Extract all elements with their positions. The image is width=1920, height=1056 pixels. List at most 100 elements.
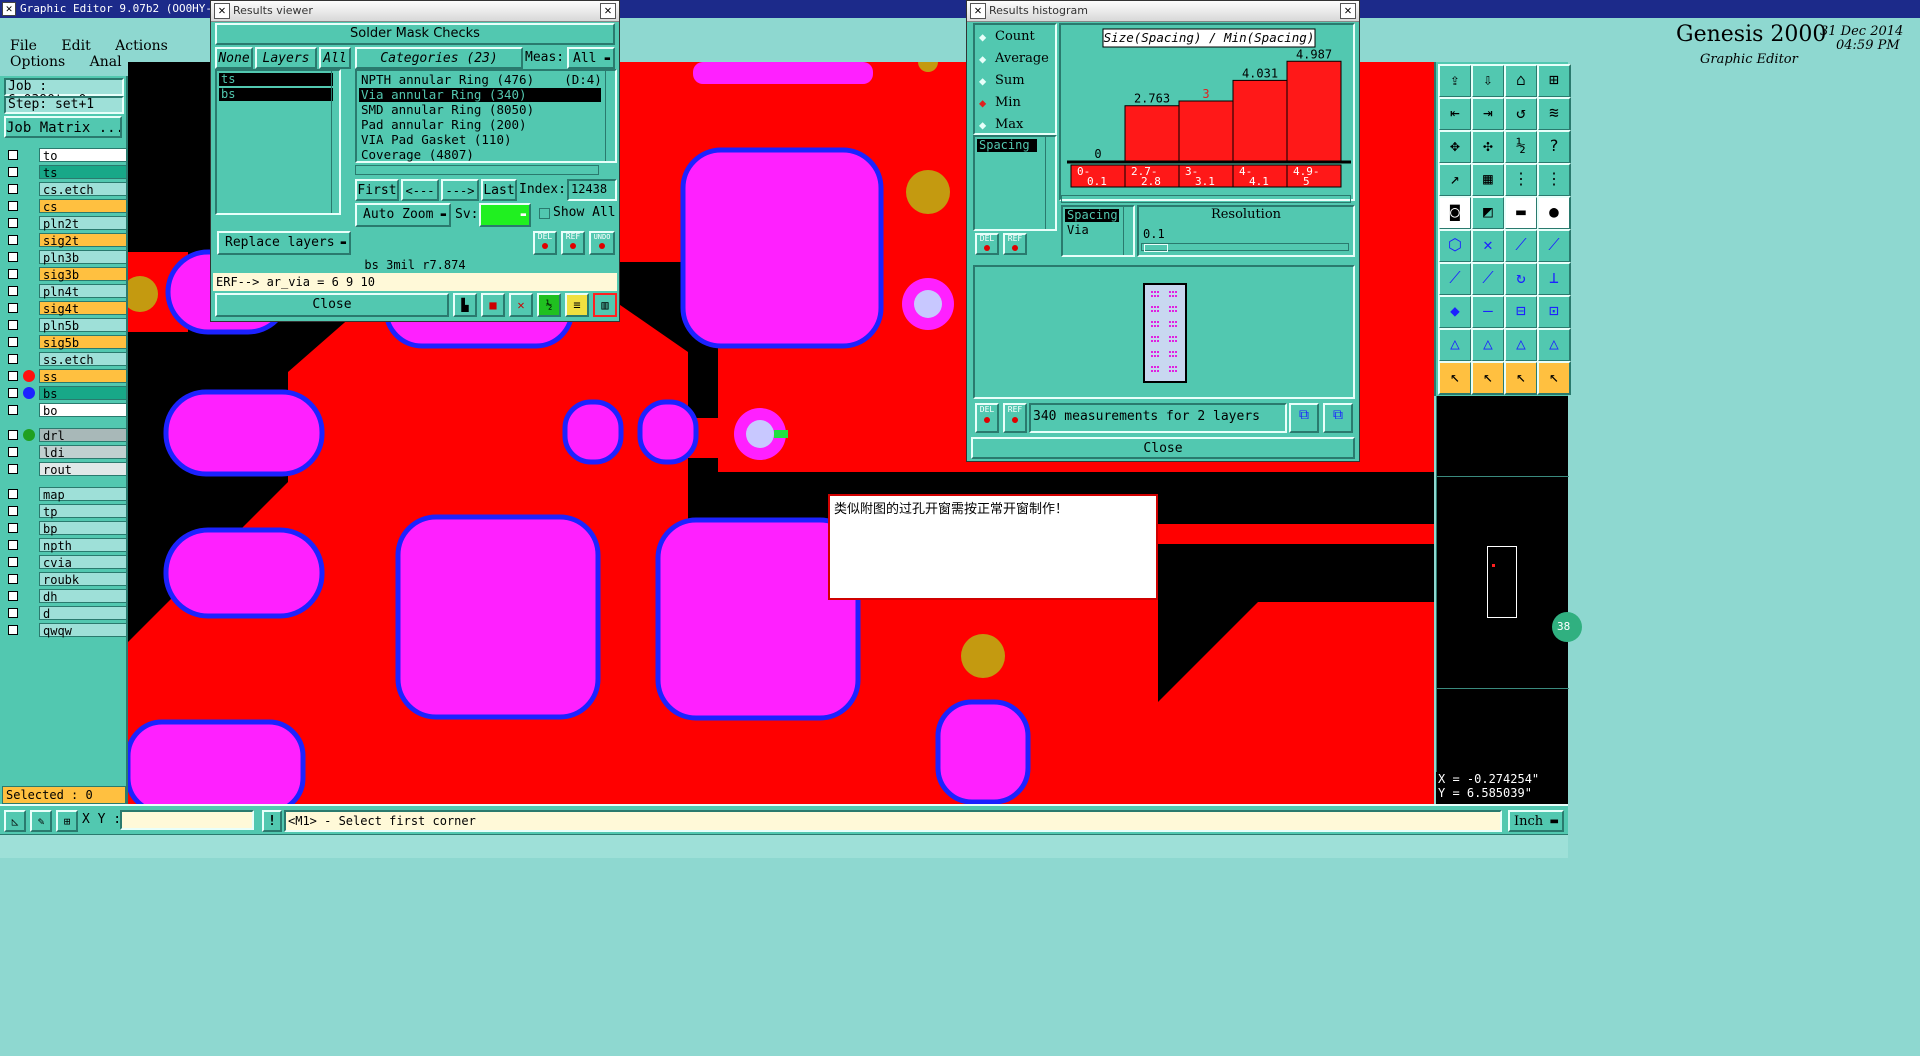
layer-checkbox[interactable] [8, 625, 18, 635]
layer-checkbox[interactable] [8, 371, 18, 381]
layer-checkbox[interactable] [8, 337, 18, 347]
zoom-out-preview-button[interactable]: ⧉ [1323, 403, 1353, 433]
layer-name[interactable]: npth [39, 538, 127, 553]
layer-row[interactable]: bo [6, 403, 127, 418]
tool-dot-icon[interactable]: ● [1537, 196, 1571, 230]
results-viewer-menu-icon[interactable]: ✕ [214, 3, 230, 19]
layer-row[interactable]: to [6, 148, 127, 163]
histogram-bar[interactable] [1178, 100, 1234, 162]
layer-name[interactable]: roubk [39, 572, 127, 587]
snap-tool-3-button[interactable]: ⊞ [56, 810, 78, 832]
layer-row[interactable]: tp [6, 504, 127, 519]
tool-shift-left-icon[interactable]: ⇤ [1438, 97, 1472, 131]
layer-checkbox[interactable] [8, 388, 18, 398]
tool-frame-icon[interactable]: ⊡ [1537, 295, 1571, 329]
layer-name[interactable]: cvia [39, 555, 127, 570]
layer-name[interactable]: dh [39, 589, 127, 604]
tool-circle-icon[interactable]: ◙ [1438, 196, 1472, 230]
layer-name[interactable]: ss [39, 369, 127, 384]
report-tool-button[interactable]: ≡ [565, 293, 589, 317]
layer-row[interactable]: ts [6, 165, 127, 180]
layer-checkbox[interactable] [8, 506, 18, 516]
stop-tool-button[interactable]: ■ [481, 293, 505, 317]
layer-checkbox[interactable] [8, 523, 18, 533]
tool-redo-icon[interactable]: ↻ [1504, 262, 1538, 296]
tool-pick4-icon[interactable]: ↖ [1537, 361, 1571, 395]
tab-all[interactable]: All [319, 47, 351, 69]
resolution-slider-thumb[interactable] [1144, 244, 1168, 252]
category-item[interactable]: Via annular Ring (340) [359, 88, 601, 102]
layer-name[interactable]: tp [39, 504, 127, 519]
layer-row[interactable]: ss [6, 369, 127, 384]
layer-checkbox[interactable] [8, 235, 18, 245]
menu-file[interactable]: File [10, 38, 37, 54]
layer-name[interactable]: sig5b [39, 335, 127, 350]
layer-checkbox[interactable] [8, 303, 18, 313]
category-item[interactable]: Coverage (4807) [359, 148, 601, 162]
layer-checkbox[interactable] [8, 184, 18, 194]
zoom-in-preview-button[interactable]: ⧉ [1289, 403, 1319, 433]
aggregate-option[interactable]: ◆ Average [979, 51, 1055, 69]
categories-header[interactable]: Categories (23) [355, 47, 523, 69]
tool-tri1-icon[interactable]: △ [1438, 328, 1472, 362]
layer-checkbox[interactable] [8, 354, 18, 364]
tool-help-icon[interactable]: ? [1537, 130, 1571, 164]
del-button[interactable]: DEL [533, 231, 557, 255]
mini-map[interactable] [1436, 396, 1569, 776]
layer-name[interactable]: rout [39, 462, 127, 477]
tab-none[interactable]: None [215, 47, 253, 69]
layer-checkbox[interactable] [8, 489, 18, 499]
tool-rotate-icon[interactable]: ↺ [1504, 97, 1538, 131]
menu-actions[interactable]: Actions [115, 38, 168, 54]
type-list-scrollbar[interactable] [1123, 207, 1133, 255]
tool-line-icon[interactable]: ↗ [1438, 163, 1472, 197]
resolution-slider[interactable] [1141, 243, 1349, 252]
layer-name[interactable]: pln3b [39, 250, 127, 265]
layer-checkbox[interactable] [8, 405, 18, 415]
tool-pick1-icon[interactable]: ↖ [1438, 361, 1472, 395]
job-matrix-button[interactable]: Job Matrix ... [4, 116, 122, 138]
tool-square-icon[interactable]: ◩ [1471, 196, 1505, 230]
layer-checkbox[interactable] [8, 574, 18, 584]
layer-row[interactable]: sig5b [6, 335, 127, 350]
highlight-tool-button[interactable]: ▙ [453, 293, 477, 317]
layer-name[interactable]: map [39, 487, 127, 502]
nav-next-button[interactable]: ---> [441, 179, 479, 201]
layer-name[interactable]: ts [39, 165, 127, 180]
category-hscroll[interactable] [355, 165, 599, 175]
nav-prev-button[interactable]: <--- [401, 179, 439, 201]
layer-name[interactable]: d [39, 606, 127, 621]
nav-first-button[interactable]: First [355, 179, 399, 201]
category-item[interactable]: SMD annular Ring (8050) [359, 103, 601, 117]
replace-layers-select[interactable]: Replace layers ▬ [217, 231, 351, 255]
layer-row[interactable]: sig3b [6, 267, 127, 282]
layer-checkbox[interactable] [8, 252, 18, 262]
layer-name[interactable]: to [39, 148, 127, 163]
tool-dash2-icon[interactable]: — [1471, 295, 1505, 329]
snap-tool-2-button[interactable]: ✎ [30, 810, 52, 832]
layer-row[interactable]: pln2t [6, 216, 127, 231]
layer-row[interactable]: cs.etch [6, 182, 127, 197]
tool-column-icon[interactable]: ⋮ [1504, 163, 1538, 197]
layer-row[interactable]: roubk [6, 572, 127, 587]
layer-row[interactable]: cs [6, 199, 127, 214]
layer-name[interactable]: cs [39, 199, 127, 214]
layer-checkbox[interactable] [8, 218, 18, 228]
layer-row[interactable]: sig4t [6, 301, 127, 316]
layer-name[interactable]: drl [39, 428, 127, 443]
tool-diamond-icon[interactable]: ◆ [1438, 295, 1472, 329]
tool-shift-right-icon[interactable]: ⇥ [1471, 97, 1505, 131]
layer-name[interactable]: sig3b [39, 267, 127, 282]
layer-name[interactable]: sig4t [39, 301, 127, 316]
layer-name[interactable]: qwqw [39, 623, 127, 638]
app-close-icon[interactable]: ✕ [2, 2, 16, 16]
histogram-close-icon[interactable]: ✕ [1340, 3, 1356, 19]
hist-del-button[interactable]: DEL [975, 233, 999, 255]
layer-name[interactable]: sig2t [39, 233, 127, 248]
category-item[interactable]: NPTH annular Ring (476) (D:4) [359, 73, 602, 87]
layer-row[interactable]: cvia [6, 555, 127, 570]
layer-row[interactable]: rout [6, 462, 127, 477]
clear-tool-button[interactable]: ✕ [509, 293, 533, 317]
sequence-tool-button[interactable]: ½ [537, 293, 561, 317]
nav-last-button[interactable]: Last [481, 179, 517, 201]
